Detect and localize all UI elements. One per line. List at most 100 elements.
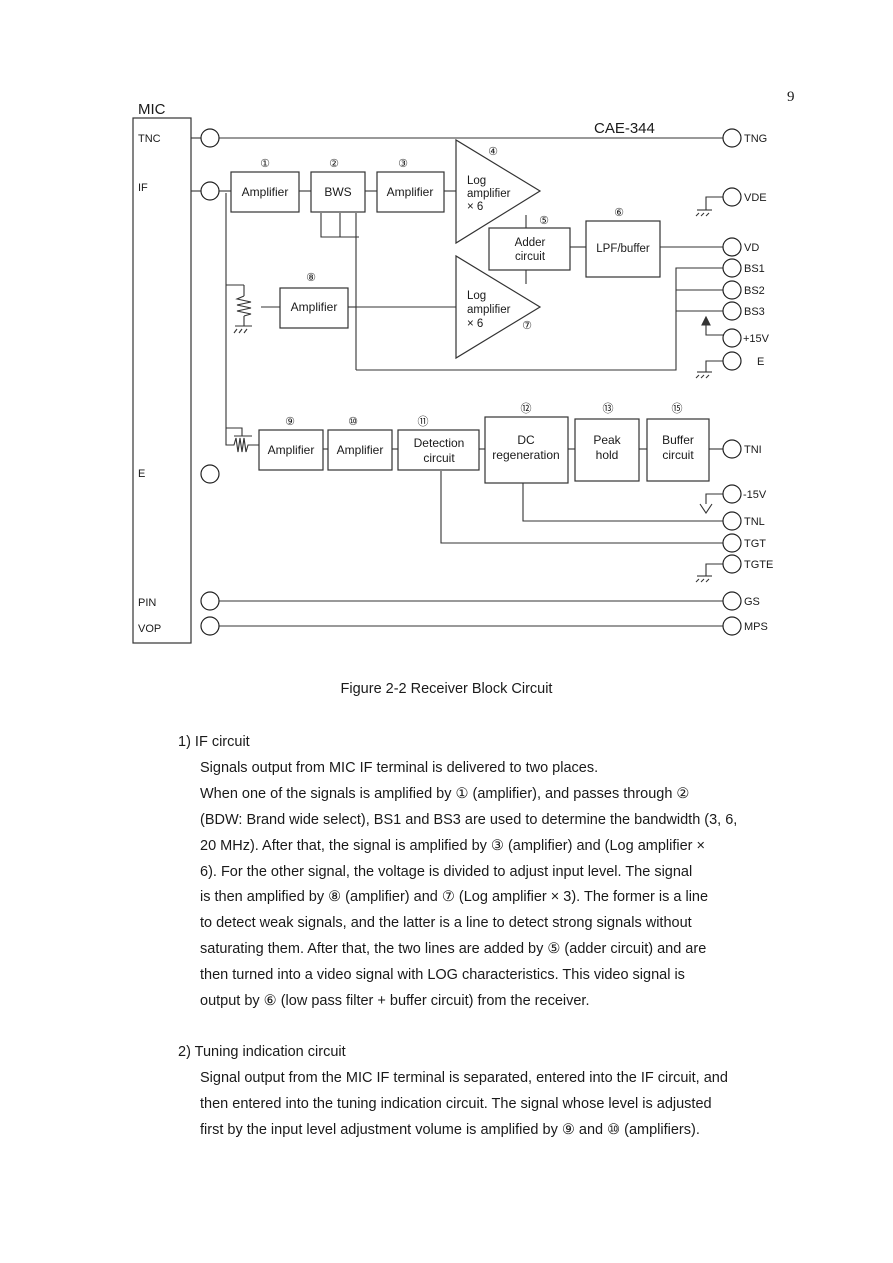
block-12-marker: ⑫: [521, 402, 532, 415]
block-6-label: LPF/buffer: [596, 243, 650, 255]
mic-terminal-e: E: [138, 468, 145, 480]
block-9-label: Amplifier: [268, 443, 315, 457]
mic-e-terminal: [200, 464, 220, 484]
mic-block: [132, 117, 192, 644]
block-15-line-1: Buffer: [662, 433, 694, 447]
block-4-marker: ④: [488, 146, 498, 158]
terminal-tni-label: TNI: [744, 444, 762, 456]
section-tuning-indication: 2) Tuning indication circuit Signal outp…: [178, 1040, 818, 1144]
terminal-tnl: [722, 511, 742, 531]
terminal-tnl-label: TNL: [744, 516, 765, 528]
block-3: Amplifier ③: [376, 158, 445, 213]
block-1-marker: ①: [260, 158, 270, 170]
mic-terminal-pin: PIN: [138, 597, 156, 609]
mic-terminal-tnc: TNC: [138, 133, 161, 145]
block-13: Peak hold ⑬: [574, 402, 640, 482]
body-line: 20 MHz). After that, the signal is ampli…: [200, 837, 706, 854]
mic-pin-terminal: [200, 591, 220, 611]
block-10-marker: ⑩: [348, 416, 358, 428]
block-7-line-2: amplifier: [467, 304, 511, 316]
block-15: Buffer circuit ⑮: [646, 402, 710, 482]
block-13-line-1: Peak: [593, 433, 621, 447]
terminal-bs3-label: BS3: [744, 306, 765, 318]
block-7-marker: ⑦: [522, 320, 532, 332]
body-line: then entered into the tuning indication …: [200, 1095, 712, 1112]
terminal-bs3: [722, 301, 742, 321]
block-12-line-1: DC: [517, 433, 535, 447]
mic-if-terminal: [200, 181, 220, 201]
block-2-marker: ②: [329, 158, 339, 170]
terminal-e-label: E: [757, 356, 764, 368]
terminal-gs-label: GS: [744, 596, 760, 608]
terminal-e: [722, 351, 742, 371]
terminal-tgte: [722, 554, 742, 574]
block-13-line-2: hold: [596, 448, 619, 462]
output-terminals: TNG VDE VD BS1 BS2 BS3 +15V E TNI -15V T…: [722, 128, 773, 636]
block-5-line-1: Adder: [515, 237, 546, 249]
body-line: is then amplified by ⑧ (amplifier) and ⑦…: [200, 889, 709, 906]
block-1: Amplifier ①: [230, 158, 300, 213]
block-3-marker: ③: [398, 158, 408, 170]
block-10-label: Amplifier: [337, 443, 384, 457]
block-6: LPF/buffer ⑥: [585, 207, 661, 278]
terminal-tgt-label: TGT: [744, 538, 766, 550]
terminal-bs2: [722, 280, 742, 300]
terminal-vde-label: VDE: [744, 192, 767, 204]
terminal-minus15v: [722, 484, 742, 504]
block-5-line-2: circuit: [515, 251, 546, 263]
terminal-vd-label: VD: [744, 242, 759, 254]
body-line: then turned into a video signal with LOG…: [200, 967, 685, 984]
body-line: first by the input level adjustment volu…: [200, 1121, 700, 1138]
section-if-circuit: 1) IF circuit Signals output from MIC IF…: [178, 730, 818, 1015]
terminal-tng-label: TNG: [744, 133, 767, 145]
terminal-mps: [722, 616, 742, 636]
terminal-tng: [722, 128, 742, 148]
mic-tnc-terminal: [200, 128, 220, 148]
mic-terminal-vop: VOP: [138, 623, 161, 635]
block-5-marker: ⑤: [539, 215, 549, 227]
block-6-marker: ⑥: [614, 207, 624, 219]
block-11-line-1: Detection: [414, 436, 465, 450]
terminal-vd: [722, 237, 742, 257]
terminal-gs: [722, 591, 742, 611]
terminal-bs1: [722, 258, 742, 278]
figure-caption: Figure 2-2 Receiver Block Circuit: [340, 681, 553, 697]
terminal-tgte-label: TGTE: [744, 559, 773, 571]
terminal-tgt: [722, 533, 742, 553]
block-5: Adder circuit ⑤: [488, 215, 571, 271]
mic-vop-terminal: [200, 616, 220, 636]
block-13-marker: ⑬: [603, 402, 614, 415]
block-4-line-3: × 6: [467, 201, 483, 213]
block-4-line-1: Log: [467, 175, 486, 187]
block-3-label: Amplifier: [387, 185, 434, 199]
body-line: output by ⑥ (low pass filter + buffer ci…: [200, 993, 590, 1010]
block-15-marker: ⑮: [672, 402, 683, 415]
terminal-plus15v-label: +15V: [743, 333, 770, 345]
block-15-line-2: circuit: [662, 448, 694, 462]
terminal-mps-label: MPS: [744, 621, 768, 633]
terminal-plus15v: [722, 328, 742, 348]
block-1-label: Amplifier: [242, 185, 289, 199]
body-line: Signals output from MIC IF terminal is d…: [200, 759, 599, 776]
block-2: BWS ②: [310, 158, 366, 213]
block-4-line-2: amplifier: [467, 188, 511, 200]
block-12: DC regeneration ⑫: [484, 402, 569, 484]
block-7-line-1: Log: [467, 290, 486, 302]
block-8-marker: ⑧: [306, 272, 316, 284]
block-8-label: Amplifier: [291, 300, 338, 314]
receiver-block-diagram: MIC TNC IF E PIN VOP CAE-344 Amplifier ①…: [132, 101, 773, 644]
body-line: saturating them. After that, the two lin…: [200, 941, 707, 958]
block-2-label: BWS: [324, 185, 351, 199]
body-line: When one of the signals is amplified by …: [200, 785, 690, 802]
body-line: (BDW: Brand wide select), BS1 and BS3 ar…: [200, 811, 738, 828]
block-9-marker: ⑨: [285, 416, 295, 428]
terminal-bs2-label: BS2: [744, 285, 765, 297]
block-10: Amplifier ⑩: [327, 416, 393, 471]
section-heading: 1) IF circuit: [178, 734, 250, 750]
block-11: Detection circuit ⑪: [397, 415, 480, 471]
body-line: to detect weak signals, and the latter i…: [200, 915, 692, 932]
mic-label: MIC: [138, 101, 166, 118]
section-heading: 2) Tuning indication circuit: [178, 1044, 346, 1060]
terminal-bs1-label: BS1: [744, 263, 765, 275]
block-7-line-3: × 6: [467, 318, 483, 330]
